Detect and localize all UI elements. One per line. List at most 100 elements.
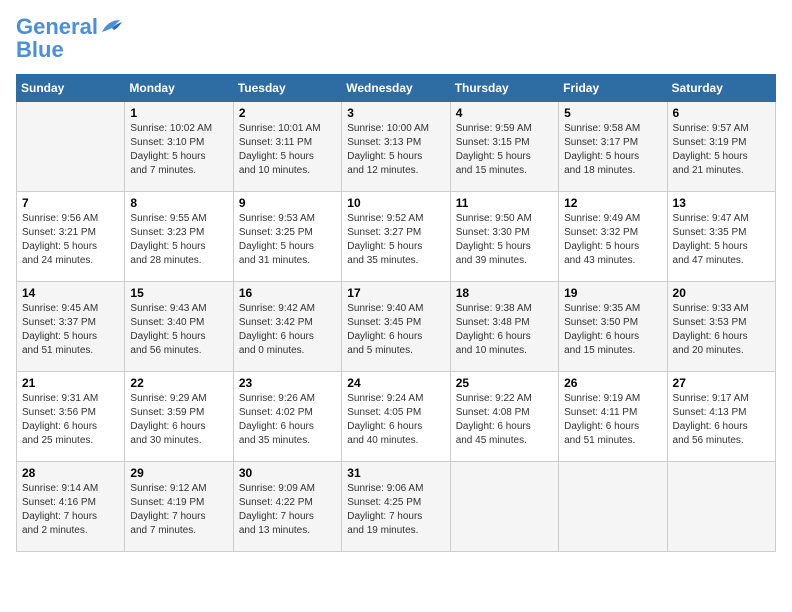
day-number: 31 bbox=[347, 466, 444, 480]
day-number: 29 bbox=[130, 466, 227, 480]
day-info: Sunrise: 9:40 AM Sunset: 3:45 PM Dayligh… bbox=[347, 302, 444, 358]
calendar-header-row: SundayMondayTuesdayWednesdayThursdayFrid… bbox=[17, 75, 776, 102]
day-info: Sunrise: 10:02 AM Sunset: 3:10 PM Daylig… bbox=[130, 122, 227, 178]
day-number: 28 bbox=[22, 466, 119, 480]
calendar-cell: 31 Sunrise: 9:06 AM Sunset: 4:25 PM Dayli… bbox=[342, 462, 450, 552]
calendar-cell: 30 Sunrise: 9:09 AM Sunset: 4:22 PM Dayli… bbox=[233, 462, 341, 552]
day-number: 23 bbox=[239, 376, 336, 390]
calendar-cell: 9 Sunrise: 9:53 AM Sunset: 3:25 PM Daylig… bbox=[233, 192, 341, 282]
day-info: Sunrise: 9:17 AM Sunset: 4:13 PM Dayligh… bbox=[673, 392, 770, 448]
day-info: Sunrise: 9:35 AM Sunset: 3:50 PM Dayligh… bbox=[564, 302, 661, 358]
calendar-cell: 3Sunrise: 10:00 AM Sunset: 3:13 PM Dayli… bbox=[342, 102, 450, 192]
calendar-cell: 28Sunrise: 9:14 AM Sunset: 4:16 PM Dayli… bbox=[17, 462, 125, 552]
column-header-friday: Friday bbox=[559, 75, 667, 102]
calendar-cell: 22 Sunrise: 9:29 AM Sunset: 3:59 PM Dayli… bbox=[125, 372, 233, 462]
calendar-cell: 25Sunrise: 9:22 AM Sunset: 4:08 PM Dayli… bbox=[450, 372, 558, 462]
day-info: Sunrise: 9:06 AM Sunset: 4:25 PM Dayligh… bbox=[347, 482, 444, 538]
day-number: 14 bbox=[22, 286, 119, 300]
calendar-cell: 10 Sunrise: 9:52 AM Sunset: 3:27 PM Dayli… bbox=[342, 192, 450, 282]
day-info: Sunrise: 9:53 AM Sunset: 3:25 PM Dayligh… bbox=[239, 212, 336, 268]
calendar-week-row: 7Sunrise: 9:56 AM Sunset: 3:21 PM Daylig… bbox=[17, 192, 776, 282]
logo-text: General Blue bbox=[16, 14, 98, 62]
day-info: Sunrise: 9:58 AM Sunset: 3:17 PM Dayligh… bbox=[564, 122, 661, 178]
column-header-monday: Monday bbox=[125, 75, 233, 102]
calendar-cell: 6 Sunrise: 9:57 AM Sunset: 3:19 PM Daylig… bbox=[667, 102, 775, 192]
day-number: 25 bbox=[456, 376, 553, 390]
calendar-cell: 19Sunrise: 9:35 AM Sunset: 3:50 PM Dayli… bbox=[559, 282, 667, 372]
day-number: 22 bbox=[130, 376, 227, 390]
day-number: 26 bbox=[564, 376, 661, 390]
day-number: 30 bbox=[239, 466, 336, 480]
calendar-cell: 18Sunrise: 9:38 AM Sunset: 3:48 PM Dayli… bbox=[450, 282, 558, 372]
day-number: 3 bbox=[347, 106, 444, 120]
column-header-sunday: Sunday bbox=[17, 75, 125, 102]
calendar-cell: 1Sunrise: 10:02 AM Sunset: 3:10 PM Dayli… bbox=[125, 102, 233, 192]
day-number: 21 bbox=[22, 376, 119, 390]
day-info: Sunrise: 9:09 AM Sunset: 4:22 PM Dayligh… bbox=[239, 482, 336, 538]
calendar-cell: 26Sunrise: 9:19 AM Sunset: 4:11 PM Dayli… bbox=[559, 372, 667, 462]
day-number: 10 bbox=[347, 196, 444, 210]
day-info: Sunrise: 9:49 AM Sunset: 3:32 PM Dayligh… bbox=[564, 212, 661, 268]
calendar-cell bbox=[559, 462, 667, 552]
calendar-week-row: 14 Sunrise: 9:45 AM Sunset: 3:37 PM Dayli… bbox=[17, 282, 776, 372]
day-info: Sunrise: 9:55 AM Sunset: 3:23 PM Dayligh… bbox=[130, 212, 227, 268]
day-number: 18 bbox=[456, 286, 553, 300]
day-number: 24 bbox=[347, 376, 444, 390]
day-info: Sunrise: 9:50 AM Sunset: 3:30 PM Dayligh… bbox=[456, 212, 553, 268]
day-info: Sunrise: 9:47 AM Sunset: 3:35 PM Dayligh… bbox=[673, 212, 770, 268]
calendar-cell: 29 Sunrise: 9:12 AM Sunset: 4:19 PM Dayli… bbox=[125, 462, 233, 552]
day-number: 8 bbox=[130, 196, 227, 210]
calendar-cell: 24 Sunrise: 9:24 AM Sunset: 4:05 PM Dayli… bbox=[342, 372, 450, 462]
day-info: Sunrise: 9:56 AM Sunset: 3:21 PM Dayligh… bbox=[22, 212, 119, 268]
day-number: 16 bbox=[239, 286, 336, 300]
calendar-cell: 5 Sunrise: 9:58 AM Sunset: 3:17 PM Daylig… bbox=[559, 102, 667, 192]
logo: General Blue bbox=[16, 16, 122, 62]
day-number: 9 bbox=[239, 196, 336, 210]
calendar-cell: 15 Sunrise: 9:43 AM Sunset: 3:40 PM Dayli… bbox=[125, 282, 233, 372]
day-info: Sunrise: 9:57 AM Sunset: 3:19 PM Dayligh… bbox=[673, 122, 770, 178]
day-number: 6 bbox=[673, 106, 770, 120]
day-info: Sunrise: 9:43 AM Sunset: 3:40 PM Dayligh… bbox=[130, 302, 227, 358]
calendar-cell: 2 Sunrise: 10:01 AM Sunset: 3:11 PM Dayli… bbox=[233, 102, 341, 192]
day-info: Sunrise: 9:42 AM Sunset: 3:42 PM Dayligh… bbox=[239, 302, 336, 358]
day-info: Sunrise: 9:31 AM Sunset: 3:56 PM Dayligh… bbox=[22, 392, 119, 448]
calendar-cell: 8 Sunrise: 9:55 AM Sunset: 3:23 PM Daylig… bbox=[125, 192, 233, 282]
day-number: 12 bbox=[564, 196, 661, 210]
column-header-wednesday: Wednesday bbox=[342, 75, 450, 102]
calendar-cell: 27 Sunrise: 9:17 AM Sunset: 4:13 PM Dayli… bbox=[667, 372, 775, 462]
calendar-cell: 17Sunrise: 9:40 AM Sunset: 3:45 PM Dayli… bbox=[342, 282, 450, 372]
day-info: Sunrise: 9:12 AM Sunset: 4:19 PM Dayligh… bbox=[130, 482, 227, 538]
calendar-cell: 4Sunrise: 9:59 AM Sunset: 3:15 PM Daylig… bbox=[450, 102, 558, 192]
day-number: 20 bbox=[673, 286, 770, 300]
day-number: 13 bbox=[673, 196, 770, 210]
day-info: Sunrise: 10:01 AM Sunset: 3:11 PM Daylig… bbox=[239, 122, 336, 178]
day-number: 15 bbox=[130, 286, 227, 300]
calendar-week-row: 28Sunrise: 9:14 AM Sunset: 4:16 PM Dayli… bbox=[17, 462, 776, 552]
calendar-cell: 12 Sunrise: 9:49 AM Sunset: 3:32 PM Dayli… bbox=[559, 192, 667, 282]
calendar-cell bbox=[17, 102, 125, 192]
day-info: Sunrise: 9:45 AM Sunset: 3:37 PM Dayligh… bbox=[22, 302, 119, 358]
column-header-tuesday: Tuesday bbox=[233, 75, 341, 102]
day-number: 27 bbox=[673, 376, 770, 390]
day-info: Sunrise: 9:52 AM Sunset: 3:27 PM Dayligh… bbox=[347, 212, 444, 268]
day-info: Sunrise: 9:26 AM Sunset: 4:02 PM Dayligh… bbox=[239, 392, 336, 448]
page-header: General Blue bbox=[16, 16, 776, 62]
day-number: 2 bbox=[239, 106, 336, 120]
day-info: Sunrise: 9:24 AM Sunset: 4:05 PM Dayligh… bbox=[347, 392, 444, 448]
logo-bird-icon bbox=[100, 18, 122, 36]
calendar-cell bbox=[667, 462, 775, 552]
column-header-saturday: Saturday bbox=[667, 75, 775, 102]
day-number: 11 bbox=[456, 196, 553, 210]
calendar-cell: 7Sunrise: 9:56 AM Sunset: 3:21 PM Daylig… bbox=[17, 192, 125, 282]
calendar-cell: 16 Sunrise: 9:42 AM Sunset: 3:42 PM Dayli… bbox=[233, 282, 341, 372]
calendar-cell bbox=[450, 462, 558, 552]
calendar-cell: 23 Sunrise: 9:26 AM Sunset: 4:02 PM Dayli… bbox=[233, 372, 341, 462]
calendar-cell: 11 Sunrise: 9:50 AM Sunset: 3:30 PM Dayli… bbox=[450, 192, 558, 282]
day-info: Sunrise: 9:29 AM Sunset: 3:59 PM Dayligh… bbox=[130, 392, 227, 448]
calendar-cell: 13 Sunrise: 9:47 AM Sunset: 3:35 PM Dayli… bbox=[667, 192, 775, 282]
day-number: 4 bbox=[456, 106, 553, 120]
day-info: Sunrise: 9:33 AM Sunset: 3:53 PM Dayligh… bbox=[673, 302, 770, 358]
calendar-cell: 21 Sunrise: 9:31 AM Sunset: 3:56 PM Dayli… bbox=[17, 372, 125, 462]
calendar-week-row: 1Sunrise: 10:02 AM Sunset: 3:10 PM Dayli… bbox=[17, 102, 776, 192]
day-number: 5 bbox=[564, 106, 661, 120]
